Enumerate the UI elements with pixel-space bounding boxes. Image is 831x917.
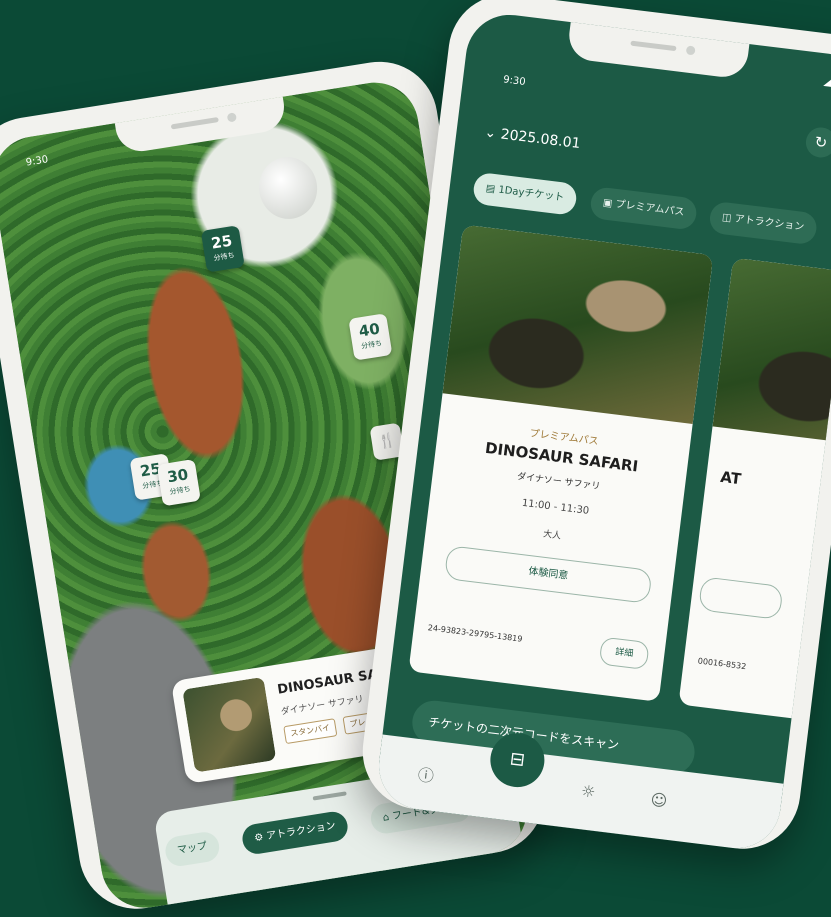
signal-battery-icon: ◢ ▮ <box>823 73 831 89</box>
next-ticket-title: AT <box>719 467 743 489</box>
lightbulb-icon[interactable]: ☼ <box>580 781 597 802</box>
tab-attraction[interactable]: ◫ アトラクション <box>708 200 818 246</box>
speaker <box>630 40 677 52</box>
speaker <box>170 117 219 130</box>
tab-1day-ticket-label: 1Dayチケット <box>497 184 565 204</box>
person-icon[interactable]: ☺ <box>649 790 668 811</box>
wait-pin[interactable]: 30 分待ち <box>156 458 201 507</box>
wait-pin[interactable]: 40 分待ち <box>348 313 393 361</box>
status-time: 9:30 <box>25 154 50 169</box>
attraction-thumbnail <box>182 676 277 773</box>
refresh-icon[interactable]: ↻ <box>804 125 831 160</box>
wait-pin[interactable]: 25 分待ち <box>200 225 245 273</box>
chip-map[interactable]: マップ <box>163 830 222 869</box>
detail-button[interactable]: 詳細 <box>598 636 650 671</box>
info-icon[interactable]: ⓘ <box>417 761 436 787</box>
camera <box>685 45 696 56</box>
notch <box>566 20 750 80</box>
balloon-icon <box>254 152 322 224</box>
agree-button[interactable]: 体験同意 <box>443 545 653 604</box>
ticket-card[interactable]: プレミアムパス DINOSAUR SAFARI ダイナソー サファリ 11:00… <box>408 224 714 702</box>
ticket-code: 24-93823-29795-13819 <box>427 623 523 644</box>
tab-1day-ticket[interactable]: ▤ 1Dayチケット <box>471 171 578 216</box>
standby-tag: スタンバイ <box>283 718 338 745</box>
next-ticket-image <box>712 257 831 458</box>
ticket-screen: 9:30 ◢ ▮ ↻ ⌄ 2025.08.01 ▤ 1Dayチケット ▣ プレミ… <box>373 9 831 854</box>
chip-attraction[interactable]: ⚙ アトラクション <box>240 809 350 856</box>
status-time: 9:30 <box>502 74 527 88</box>
camera <box>226 112 237 123</box>
next-ticket-code: 00016-8532 <box>697 656 747 672</box>
tab-premium-pass-label: プレミアムパス <box>614 198 685 219</box>
notch <box>114 94 288 155</box>
tab-attraction-label: アトラクション <box>733 213 805 234</box>
sheet-handle[interactable] <box>312 791 347 801</box>
tab-premium-pass[interactable]: ▣ プレミアムパス <box>589 186 699 231</box>
date-label: 2025.08.01 <box>499 126 582 153</box>
date-selector[interactable]: ⌄ 2025.08.01 <box>484 124 582 152</box>
chip-attraction-label: アトラクション <box>265 820 337 843</box>
ticket-image <box>442 224 714 424</box>
next-agree-button[interactable] <box>698 576 784 620</box>
